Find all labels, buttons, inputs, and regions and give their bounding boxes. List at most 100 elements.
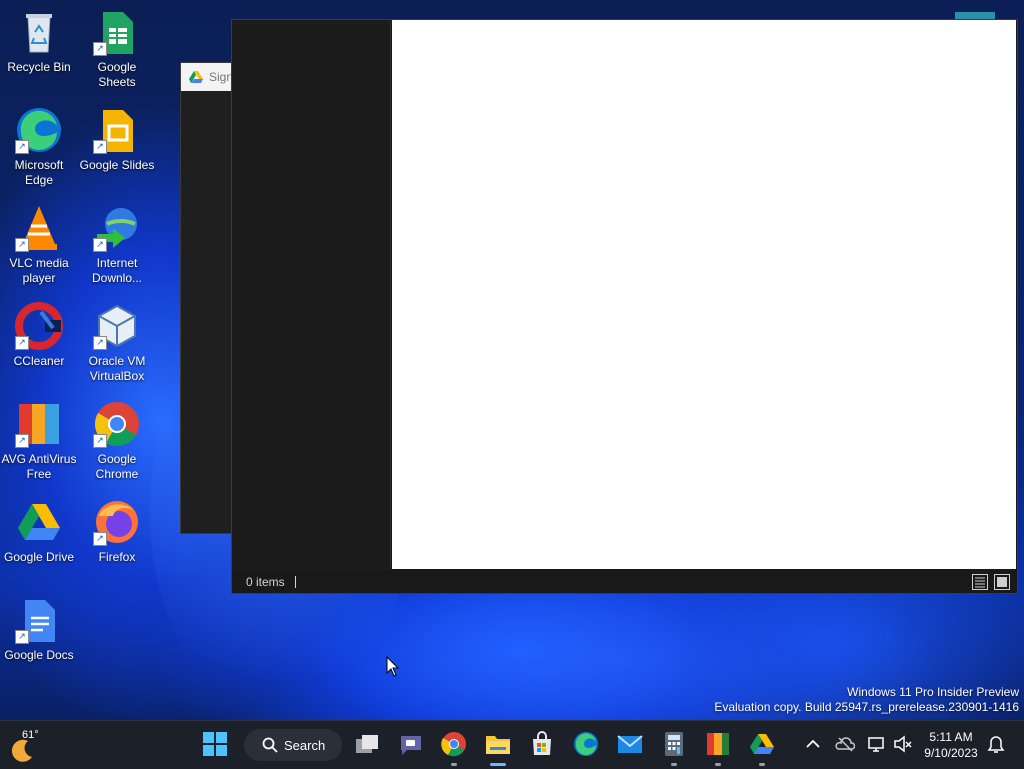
shortcut-arrow-icon: ↗ <box>93 532 107 546</box>
desktop-icon-google-drive[interactable]: Google Drive <box>0 498 78 565</box>
shortcut-arrow-icon: ↗ <box>15 434 29 448</box>
bell-icon <box>987 736 1005 753</box>
desktop-icon-google-chrome[interactable]: ↗ Google Chrome <box>78 400 156 482</box>
desktop-icon-google-slides[interactable]: ↗ Google Slides <box>78 106 156 173</box>
start-button[interactable] <box>202 731 228 757</box>
taskbar: 61° Search 5:11 AM 9/10/2023 <box>0 720 1024 769</box>
search-label: Search <box>284 737 326 753</box>
file-explorer-icon <box>486 736 510 754</box>
navigation-pane[interactable] <box>232 20 391 570</box>
desktop-icon-vlc[interactable]: ↗ VLC media player <box>0 204 78 286</box>
desktop-icon-firefox[interactable]: ↗ Firefox <box>78 498 156 565</box>
avg-taskbar-button[interactable] <box>705 731 731 757</box>
network-tray-button[interactable] <box>867 735 887 753</box>
avg-icon <box>707 733 729 755</box>
avg-running-indicator <box>715 763 721 766</box>
shortcut-arrow-icon: ↗ <box>93 336 107 350</box>
chrome-taskbar-button[interactable] <box>441 731 467 757</box>
notifications-button[interactable] <box>986 735 1006 755</box>
icon-label: Internet Downlo... <box>91 256 143 285</box>
icon-label: Google Sheets <box>97 60 137 89</box>
google-docs-icon: ↗ <box>15 596 63 644</box>
taskbar-search[interactable]: Search <box>244 729 342 761</box>
icon-label: Microsoft Edge <box>14 158 64 187</box>
desktop-icon-internet-download-manager[interactable]: ↗ Internet Downlo... <box>78 204 156 286</box>
shortcut-arrow-icon: ↗ <box>93 140 107 154</box>
search-icon <box>262 737 278 753</box>
item-count: 0 items <box>246 575 285 589</box>
ccleaner-icon: ↗ <box>15 302 63 350</box>
shortcut-arrow-icon: ↗ <box>93 42 107 56</box>
volume-tray-button[interactable] <box>893 735 913 753</box>
icon-label: Google Drive <box>3 550 75 564</box>
task-view-icon <box>356 735 378 753</box>
network-icon <box>868 737 884 752</box>
virtualbox-icon: ↗ <box>93 302 141 350</box>
calculator-running-indicator <box>671 763 677 766</box>
icon-label: Recycle Bin <box>7 60 71 74</box>
google-drive-taskbar-button[interactable] <box>749 731 775 757</box>
chrome-icon: ↗ <box>93 400 141 448</box>
teams-chat-button[interactable] <box>398 731 424 757</box>
google-drive-icon <box>15 498 63 546</box>
calculator-taskbar-button[interactable] <box>661 731 687 757</box>
icon-label: Google Slides <box>79 158 155 172</box>
teams-chat-icon <box>401 736 421 755</box>
chevron-up-icon <box>806 739 820 748</box>
microsoft-store-button[interactable] <box>529 731 555 757</box>
idm-globe-icon: ↗ <box>93 204 141 252</box>
chrome-running-indicator <box>451 763 457 766</box>
watermark-build: Evaluation copy. Build 25947.rs_prerelea… <box>714 700 1019 714</box>
desktop-icon-microsoft-edge[interactable]: ↗ Microsoft Edge <box>0 106 78 188</box>
details-view-icon <box>975 577 985 588</box>
shortcut-arrow-icon: ↗ <box>15 630 29 644</box>
icon-label: Firefox <box>98 550 136 564</box>
icon-label: VLC media player <box>9 256 69 285</box>
file-explorer-taskbar-button[interactable] <box>485 731 511 757</box>
vlc-icon: ↗ <box>15 204 63 252</box>
desktop-icon-ccleaner[interactable]: ↗ CCleaner <box>0 302 78 369</box>
clock-time: 5:11 AM <box>929 730 973 744</box>
icon-label: Google Chrome <box>95 452 139 481</box>
shortcut-arrow-icon: ↗ <box>93 434 107 448</box>
onedrive-tray-button[interactable] <box>835 735 856 753</box>
icon-label: AVG AntiVirus Free <box>1 452 77 481</box>
window-title: Sign <box>209 70 234 84</box>
desktop-icon-virtualbox[interactable]: ↗ Oracle VM VirtualBox <box>78 302 156 384</box>
calculator-icon <box>665 732 683 756</box>
shortcut-arrow-icon: ↗ <box>15 336 29 350</box>
evaluation-watermark: Windows 11 Pro Insider Preview Evaluatio… <box>714 685 1019 715</box>
google-drive-icon <box>189 71 203 83</box>
edge-icon: ↗ <box>15 106 63 154</box>
status-bar: 0 items <box>232 571 1017 593</box>
shortcut-arrow-icon: ↗ <box>15 238 29 252</box>
desktop-icon-google-sheets[interactable]: ↗ Google Sheets <box>78 8 156 90</box>
mail-taskbar-button[interactable] <box>617 731 643 757</box>
icon-label: Oracle VM VirtualBox <box>88 354 146 383</box>
desktop-icon-recycle-bin[interactable]: Recycle Bin <box>0 8 78 75</box>
icon-label: Google Docs <box>4 648 74 662</box>
edge-taskbar-button[interactable] <box>573 731 599 757</box>
large-icons-view-button[interactable] <box>994 574 1010 590</box>
desktop-icon-google-docs[interactable]: ↗ Google Docs <box>0 596 78 663</box>
firefox-icon: ↗ <box>93 498 141 546</box>
google-slides-icon: ↗ <box>93 106 141 154</box>
large-icons-view-icon <box>997 577 1007 587</box>
file-explorer-window[interactable]: 0 items <box>231 19 1018 594</box>
desktop-icon-avg-antivirus[interactable]: ↗ AVG AntiVirus Free <box>0 400 78 482</box>
details-view-button[interactable] <box>972 574 988 590</box>
google-drive-icon <box>750 734 774 754</box>
taskbar-clock[interactable]: 5:11 AM 9/10/2023 <box>918 729 984 761</box>
watermark-edition: Windows 11 Pro Insider Preview <box>847 685 1019 699</box>
mail-icon <box>617 735 643 753</box>
icon-label: CCleaner <box>13 354 65 368</box>
file-list-pane[interactable] <box>392 20 1016 569</box>
show-hidden-icons-button[interactable] <box>804 735 822 753</box>
google-drive-running-indicator <box>759 763 765 766</box>
volume-muted-icon <box>894 735 912 753</box>
task-view-button[interactable] <box>354 731 380 757</box>
mouse-cursor-icon <box>386 656 400 677</box>
weather-temp: 61° <box>22 729 39 741</box>
google-sheets-icon: ↗ <box>93 8 141 56</box>
windows-start-icon <box>203 732 227 756</box>
